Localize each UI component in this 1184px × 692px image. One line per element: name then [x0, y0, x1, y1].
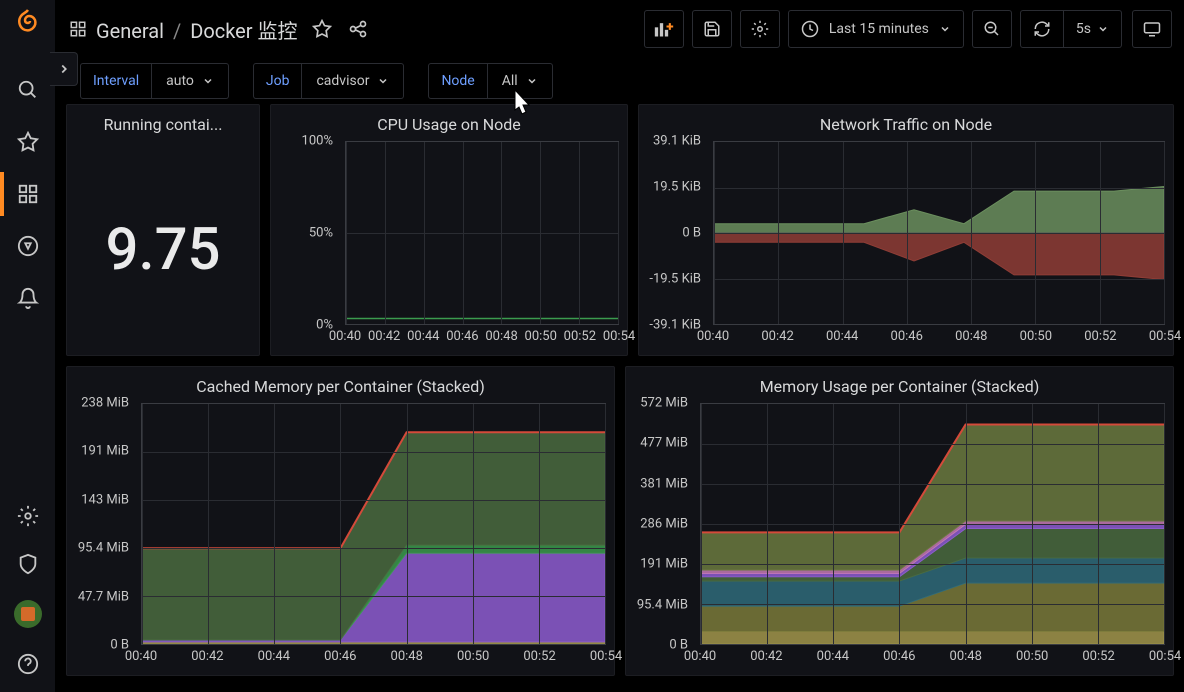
help-icon[interactable]: [16, 652, 40, 676]
search-icon[interactable]: [16, 78, 40, 102]
refresh-button[interactable]: [1020, 10, 1064, 48]
var-interval-value[interactable]: auto: [152, 63, 229, 99]
alerting-icon[interactable]: [16, 286, 40, 310]
var-job-value[interactable]: cadvisor: [302, 63, 404, 99]
panel-cached-memory[interactable]: Cached Memory per Container (Stacked) 23…: [66, 366, 615, 676]
share-button[interactable]: [348, 19, 368, 39]
avatar[interactable]: [14, 600, 42, 628]
panel-network-traffic[interactable]: Network Traffic on Node 39.1 KiB19.5 KiB…: [638, 104, 1174, 356]
expand-sidebar-button[interactable]: [50, 52, 78, 86]
chevron-down-icon: [939, 23, 951, 35]
panel-running-containers[interactable]: Running contai... 9.75: [66, 104, 260, 356]
var-node-label: Node: [428, 63, 487, 99]
chevron-down-icon: [1097, 23, 1109, 35]
shield-icon[interactable]: [16, 552, 40, 576]
panel-cpu-usage[interactable]: CPU Usage on Node 100%50%0%00:4000:4200:…: [270, 104, 628, 356]
var-interval-label: Interval: [80, 63, 152, 99]
panel-title: CPU Usage on Node: [271, 105, 627, 134]
dashboard-icon: [68, 19, 88, 39]
dashboard-settings-button[interactable]: [740, 10, 780, 48]
var-job-label: Job: [253, 63, 303, 99]
panel-title: Cached Memory per Container (Stacked): [67, 367, 614, 396]
star-icon[interactable]: [16, 130, 40, 154]
breadcrumb-folder[interactable]: General: [96, 19, 164, 43]
dashboards-icon[interactable]: [16, 182, 40, 206]
grafana-logo[interactable]: [13, 8, 43, 40]
refresh-picker[interactable]: 5s: [1020, 10, 1122, 48]
add-panel-button[interactable]: [644, 10, 684, 48]
time-picker[interactable]: Last 15 minutes: [788, 10, 964, 48]
save-button[interactable]: [692, 10, 732, 48]
header: General / Docker 监控 Last 15 minutes: [56, 0, 1184, 58]
explore-icon[interactable]: [16, 234, 40, 258]
var-node-value[interactable]: All: [488, 63, 553, 99]
page-title[interactable]: Docker 监控: [190, 19, 297, 43]
panel-memory-usage[interactable]: Memory Usage per Container (Stacked) 572…: [625, 366, 1174, 676]
panel-title: Memory Usage per Container (Stacked): [626, 367, 1173, 396]
settings-icon[interactable]: [16, 504, 40, 528]
favorite-button[interactable]: [312, 19, 332, 39]
chevron-down-icon: [377, 75, 389, 87]
refresh-interval[interactable]: 5s: [1064, 10, 1122, 48]
sidebar: [0, 0, 56, 692]
panel-title: Network Traffic on Node: [639, 105, 1173, 134]
chevron-down-icon: [526, 75, 538, 87]
stat-value: 9.75: [67, 216, 259, 284]
variable-bar: Interval auto Job cadvisor Node All: [56, 58, 1184, 104]
panel-title: Running contai...: [67, 105, 259, 134]
time-range-label: Last 15 minutes: [829, 21, 929, 37]
zoom-out-button[interactable]: [972, 10, 1012, 48]
breadcrumb[interactable]: General / Docker 监控: [96, 15, 298, 44]
tv-mode-button[interactable]: [1132, 10, 1172, 48]
chevron-down-icon: [202, 75, 214, 87]
